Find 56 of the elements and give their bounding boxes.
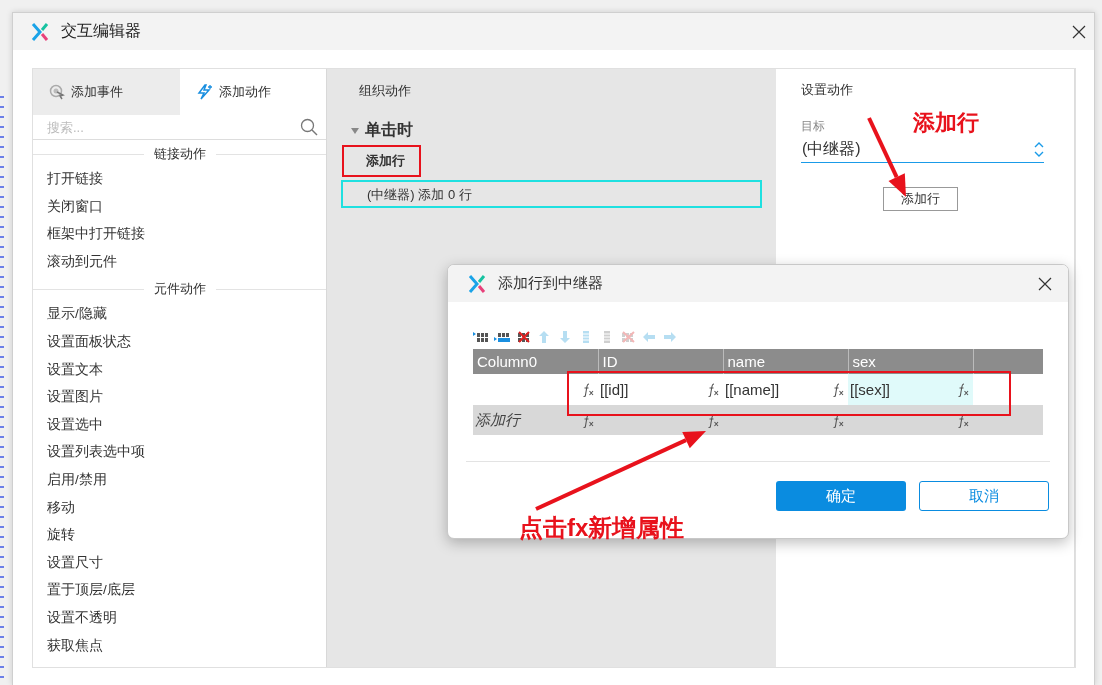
search-icon — [300, 118, 318, 136]
chevron-updown-icon — [1034, 141, 1044, 157]
action-item[interactable]: 置于顶层/底层 — [33, 576, 326, 604]
column-header: name — [723, 349, 848, 374]
logo-icon — [468, 273, 486, 294]
action-item[interactable]: 启用/禁用 — [33, 465, 326, 494]
column-header: ID — [598, 349, 723, 374]
function-icon — [833, 382, 844, 397]
section-heading: 元件动作 — [153, 281, 206, 299]
panel-title: 设置动作 — [801, 81, 853, 99]
function-icon — [583, 382, 594, 397]
window-title: 交互编辑器 — [61, 21, 141, 41]
action-item[interactable]: 设置选中 — [33, 410, 326, 439]
add-row-button[interactable]: 添加行 — [882, 187, 958, 211]
action-item[interactable]: 设置文本 — [33, 355, 326, 384]
action-item[interactable]: 设置不透明 — [33, 603, 326, 632]
action-item[interactable]: 获取焦点 — [33, 631, 326, 660]
dialog-title: 添加行到中继器 — [498, 274, 603, 293]
annotation-note: 点击fx新增属性 — [519, 513, 685, 543]
table-cell[interactable]: [[sex]] — [848, 374, 973, 405]
action-item[interactable]: 移动 — [33, 493, 326, 522]
panel-title: 组织动作 — [359, 82, 411, 100]
table-icon[interactable] — [473, 329, 489, 345]
tab[interactable]: 添加事件 — [33, 69, 180, 115]
cancel-button[interactable]: 取消 — [919, 481, 1049, 511]
action-item[interactable]: 旋转 — [33, 521, 326, 549]
lightning-icon — [195, 84, 213, 100]
action-item[interactable]: 设置面板状态 — [33, 327, 326, 356]
target-select[interactable]: (中继器) — [801, 136, 1044, 163]
confirm-button[interactable]: 确定 — [776, 481, 906, 511]
event-label[interactable]: 单击时 — [365, 120, 413, 141]
action-item[interactable]: 框架中打开链接 — [33, 220, 326, 248]
pointer-icon — [49, 84, 65, 100]
table-cell[interactable]: [[name]] — [723, 374, 848, 405]
action-item[interactable]: 打开链接 — [33, 165, 326, 193]
delete-row-icon[interactable] — [515, 329, 531, 345]
search-field[interactable]: 搜索... — [47, 119, 300, 135]
section-heading: 链接动作 — [153, 146, 206, 163]
field-label: 目标 — [801, 119, 825, 134]
column-header: Column0 — [473, 349, 598, 374]
action-detail[interactable]: (中继器) 添加 0 行 — [341, 180, 762, 208]
close-icon[interactable] — [1038, 276, 1052, 291]
action-item[interactable]: 设置尺寸 — [33, 548, 326, 577]
annotation-note: 添加行 — [913, 109, 979, 137]
close-icon[interactable] — [1072, 24, 1086, 39]
action-item[interactable]: 设置图片 — [33, 383, 326, 411]
function-icon — [958, 382, 969, 397]
action-item[interactable]: 显示/隐藏 — [33, 300, 326, 328]
action-item[interactable]: 滚动到元件 — [33, 247, 326, 276]
action-item[interactable]: 关闭窗口 — [33, 192, 326, 221]
logo-icon — [31, 21, 49, 42]
column-header: sex — [848, 349, 973, 374]
action-label[interactable]: 添加行 — [344, 147, 419, 175]
function-icon — [708, 382, 719, 397]
action-item[interactable]: 设置列表选中项 — [33, 438, 326, 466]
table-cell[interactable]: [[id]] — [598, 374, 723, 405]
